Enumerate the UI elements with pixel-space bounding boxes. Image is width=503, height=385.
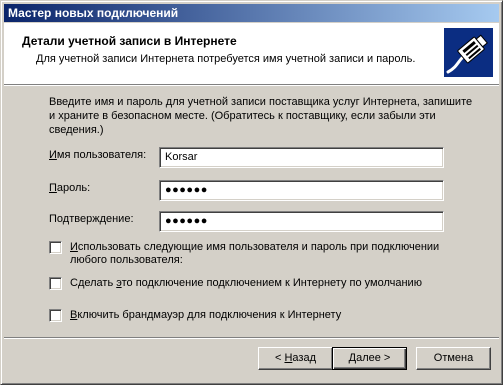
use-for-all-users-checkbox[interactable] [49,241,62,254]
wizard-header: Детали учетной записи в Интернете Для уч… [4,23,499,84]
next-button[interactable]: Далее > [332,347,407,370]
header-divider-highlight [4,85,499,86]
use-for-all-users-label[interactable]: Использовать следующие имя пользователя … [70,241,470,267]
password-label: Пароль: [49,182,91,194]
confirm-password-input[interactable]: ●●●●●● [159,211,444,232]
firewall-label[interactable]: Включить брандмауэр для подключения к Ин… [70,309,470,322]
wizard-window: Мастер новых подключений Детали учетной … [0,0,503,385]
username-label: Имя пользователя: [49,149,147,161]
username-input[interactable]: Korsar [159,147,444,168]
footer-divider-highlight [4,338,499,339]
cancel-button[interactable]: Отмена [416,347,491,370]
firewall-checkbox[interactable] [49,309,62,322]
header-subtitle: Для учетной записи Интернета потребуется… [36,53,416,65]
password-input[interactable]: ●●●●●● [159,180,444,201]
confirm-password-label: Подтверждение: [49,213,134,225]
default-connection-label[interactable]: Сделать это подключение подключением к И… [70,277,470,290]
intro-text: Введите имя и пароль для учетной записи … [49,96,473,136]
window-title: Мастер новых подключений [8,6,179,20]
title-bar[interactable]: Мастер новых подключений [4,4,499,22]
header-title: Детали учетной записи в Интернете [22,34,237,48]
back-button[interactable]: < Назад [258,347,333,370]
network-cable-icon [444,28,493,77]
default-connection-checkbox[interactable] [49,277,62,290]
